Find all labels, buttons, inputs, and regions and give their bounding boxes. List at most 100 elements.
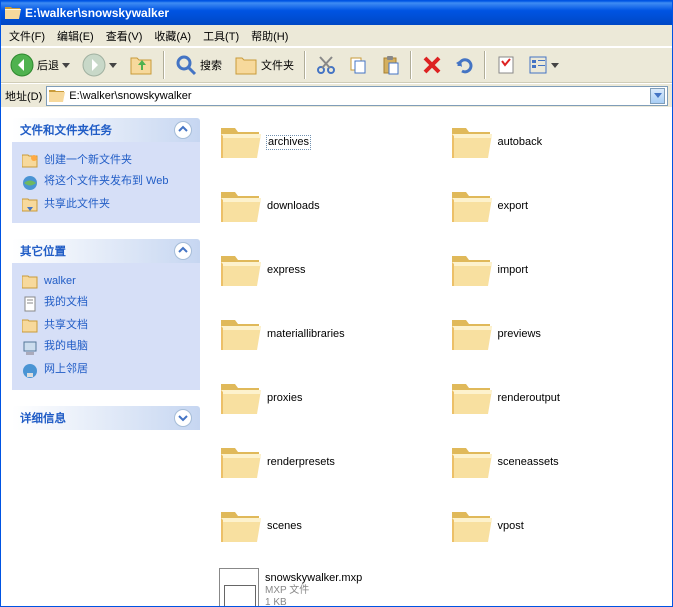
file-size: 1 KB xyxy=(265,597,362,607)
folder-item[interactable]: scenes xyxy=(211,501,442,565)
folder-item[interactable]: renderoutput xyxy=(442,373,673,437)
new-folder-icon xyxy=(22,154,38,168)
folder-name: export xyxy=(498,200,529,213)
documents-icon xyxy=(22,296,38,312)
views-icon xyxy=(528,55,548,75)
folder-item[interactable]: export xyxy=(442,181,673,245)
panel-tasks-body: 创建一个新文件夹 将这个文件夹发布到 Web 共享此文件夹 xyxy=(12,142,200,223)
menu-edit[interactable]: 编辑(E) xyxy=(51,26,100,46)
panel-other-places: 其它位置 walker 我的文档 共享文档 我的电脑 xyxy=(11,238,201,391)
folder-icon xyxy=(450,508,492,544)
toolbar-divider xyxy=(484,51,486,79)
properties-button[interactable] xyxy=(491,52,521,78)
folder-icon xyxy=(450,316,492,352)
search-icon xyxy=(175,54,197,76)
delete-button[interactable] xyxy=(417,52,447,78)
folder-name: autoback xyxy=(498,136,543,149)
folder-icon xyxy=(219,508,261,544)
other-place-mydocs[interactable]: 我的文档 xyxy=(22,292,190,315)
file-item-mxp[interactable]: snowskywalker.mxp MXP 文件 1 KB xyxy=(211,565,442,606)
panel-tasks: 文件和文件夹任务 创建一个新文件夹 将这个文件夹发布到 Web 共享此文件夹 xyxy=(11,117,201,224)
folder-icon xyxy=(219,124,261,160)
cut-button[interactable] xyxy=(311,52,341,78)
folder-name: archives xyxy=(267,136,310,149)
folder-name: downloads xyxy=(267,200,320,213)
menu-file[interactable]: 文件(F) xyxy=(3,26,51,46)
chevron-down-icon xyxy=(62,61,70,69)
menu-help[interactable]: 帮助(H) xyxy=(245,26,294,46)
shared-folder-icon xyxy=(22,319,38,333)
place-label: 网上邻居 xyxy=(44,362,88,376)
file-area[interactable]: archives autoback downloads export express im… xyxy=(211,107,672,606)
folder-item[interactable]: downloads xyxy=(211,181,442,245)
folder-item[interactable]: proxies xyxy=(211,373,442,437)
toolbar: 后退 搜索 文件夹 xyxy=(1,47,672,83)
collapse-icon xyxy=(174,242,192,260)
panel-title: 其它位置 xyxy=(20,243,66,259)
folder-name: scenes xyxy=(267,520,302,533)
address-input[interactable]: E:\walker\snowskywalker xyxy=(46,86,668,106)
up-folder-icon xyxy=(129,54,153,76)
menu-favorites[interactable]: 收藏(A) xyxy=(148,26,197,46)
copy-button[interactable] xyxy=(343,52,373,78)
mxp-file-icon xyxy=(219,568,259,606)
menu-tools[interactable]: 工具(T) xyxy=(197,26,245,46)
folder-item[interactable]: autoback xyxy=(442,117,673,181)
panel-title: 文件和文件夹任务 xyxy=(20,122,112,138)
collapse-icon xyxy=(174,121,192,139)
task-label: 共享此文件夹 xyxy=(44,197,110,211)
place-label: 我的文档 xyxy=(44,295,88,309)
folder-name: import xyxy=(498,264,529,277)
other-place-walker[interactable]: walker xyxy=(22,271,190,292)
forward-button[interactable] xyxy=(77,50,122,80)
folder-item[interactable]: express xyxy=(211,245,442,309)
folder-icon xyxy=(219,380,261,416)
search-button[interactable]: 搜索 xyxy=(170,51,227,79)
folder-item[interactable]: sceneassets xyxy=(442,437,673,501)
folder-item[interactable]: materiallibraries xyxy=(211,309,442,373)
folder-icon xyxy=(219,316,261,352)
other-place-mycomputer[interactable]: 我的电脑 xyxy=(22,336,190,359)
folder-item[interactable]: vpost xyxy=(442,501,673,565)
toolbar-divider xyxy=(163,51,165,79)
folders-button[interactable]: 文件夹 xyxy=(229,51,299,79)
task-share-folder[interactable]: 共享此文件夹 xyxy=(22,194,190,215)
expand-icon xyxy=(174,409,192,427)
panel-detail-header[interactable]: 详细信息 xyxy=(12,406,200,430)
undo-button[interactable] xyxy=(449,52,479,78)
task-label: 创建一个新文件夹 xyxy=(44,153,132,167)
up-button[interactable] xyxy=(124,51,158,79)
other-place-network[interactable]: 网上邻居 xyxy=(22,359,190,382)
address-dropdown[interactable] xyxy=(650,88,665,104)
paste-button[interactable] xyxy=(375,52,405,78)
back-button[interactable]: 后退 xyxy=(5,50,75,80)
folder-icon xyxy=(450,124,492,160)
views-button[interactable] xyxy=(523,52,564,78)
file-type: MXP 文件 xyxy=(265,585,362,597)
address-label: 地址(D) xyxy=(5,88,42,104)
place-label: walker xyxy=(44,274,76,288)
share-folder-icon xyxy=(22,198,38,212)
back-label: 后退 xyxy=(37,57,59,73)
panel-other-header[interactable]: 其它位置 xyxy=(12,239,200,263)
folder-item[interactable]: import xyxy=(442,245,673,309)
search-label: 搜索 xyxy=(200,57,222,73)
folder-name: renderoutput xyxy=(498,392,560,405)
folder-item[interactable]: previews xyxy=(442,309,673,373)
file-name: snowskywalker.mxp xyxy=(265,572,362,585)
address-bar: 地址(D) E:\walker\snowskywalker xyxy=(1,83,672,107)
panel-title: 详细信息 xyxy=(20,410,66,426)
panel-tasks-header[interactable]: 文件和文件夹任务 xyxy=(12,118,200,142)
folders-label: 文件夹 xyxy=(261,57,294,73)
menu-view[interactable]: 查看(V) xyxy=(100,26,149,46)
folder-item[interactable]: archives xyxy=(211,117,442,181)
task-publish-web[interactable]: 将这个文件夹发布到 Web xyxy=(22,171,190,194)
folders-icon xyxy=(234,54,258,76)
task-new-folder[interactable]: 创建一个新文件夹 xyxy=(22,150,190,171)
other-place-shareddocs[interactable]: 共享文档 xyxy=(22,315,190,336)
chevron-down-icon xyxy=(109,61,117,69)
chevron-down-icon xyxy=(551,61,559,69)
folder-item[interactable]: renderpresets xyxy=(211,437,442,501)
folder-icon xyxy=(219,252,261,288)
address-text: E:\walker\snowskywalker xyxy=(69,90,646,102)
